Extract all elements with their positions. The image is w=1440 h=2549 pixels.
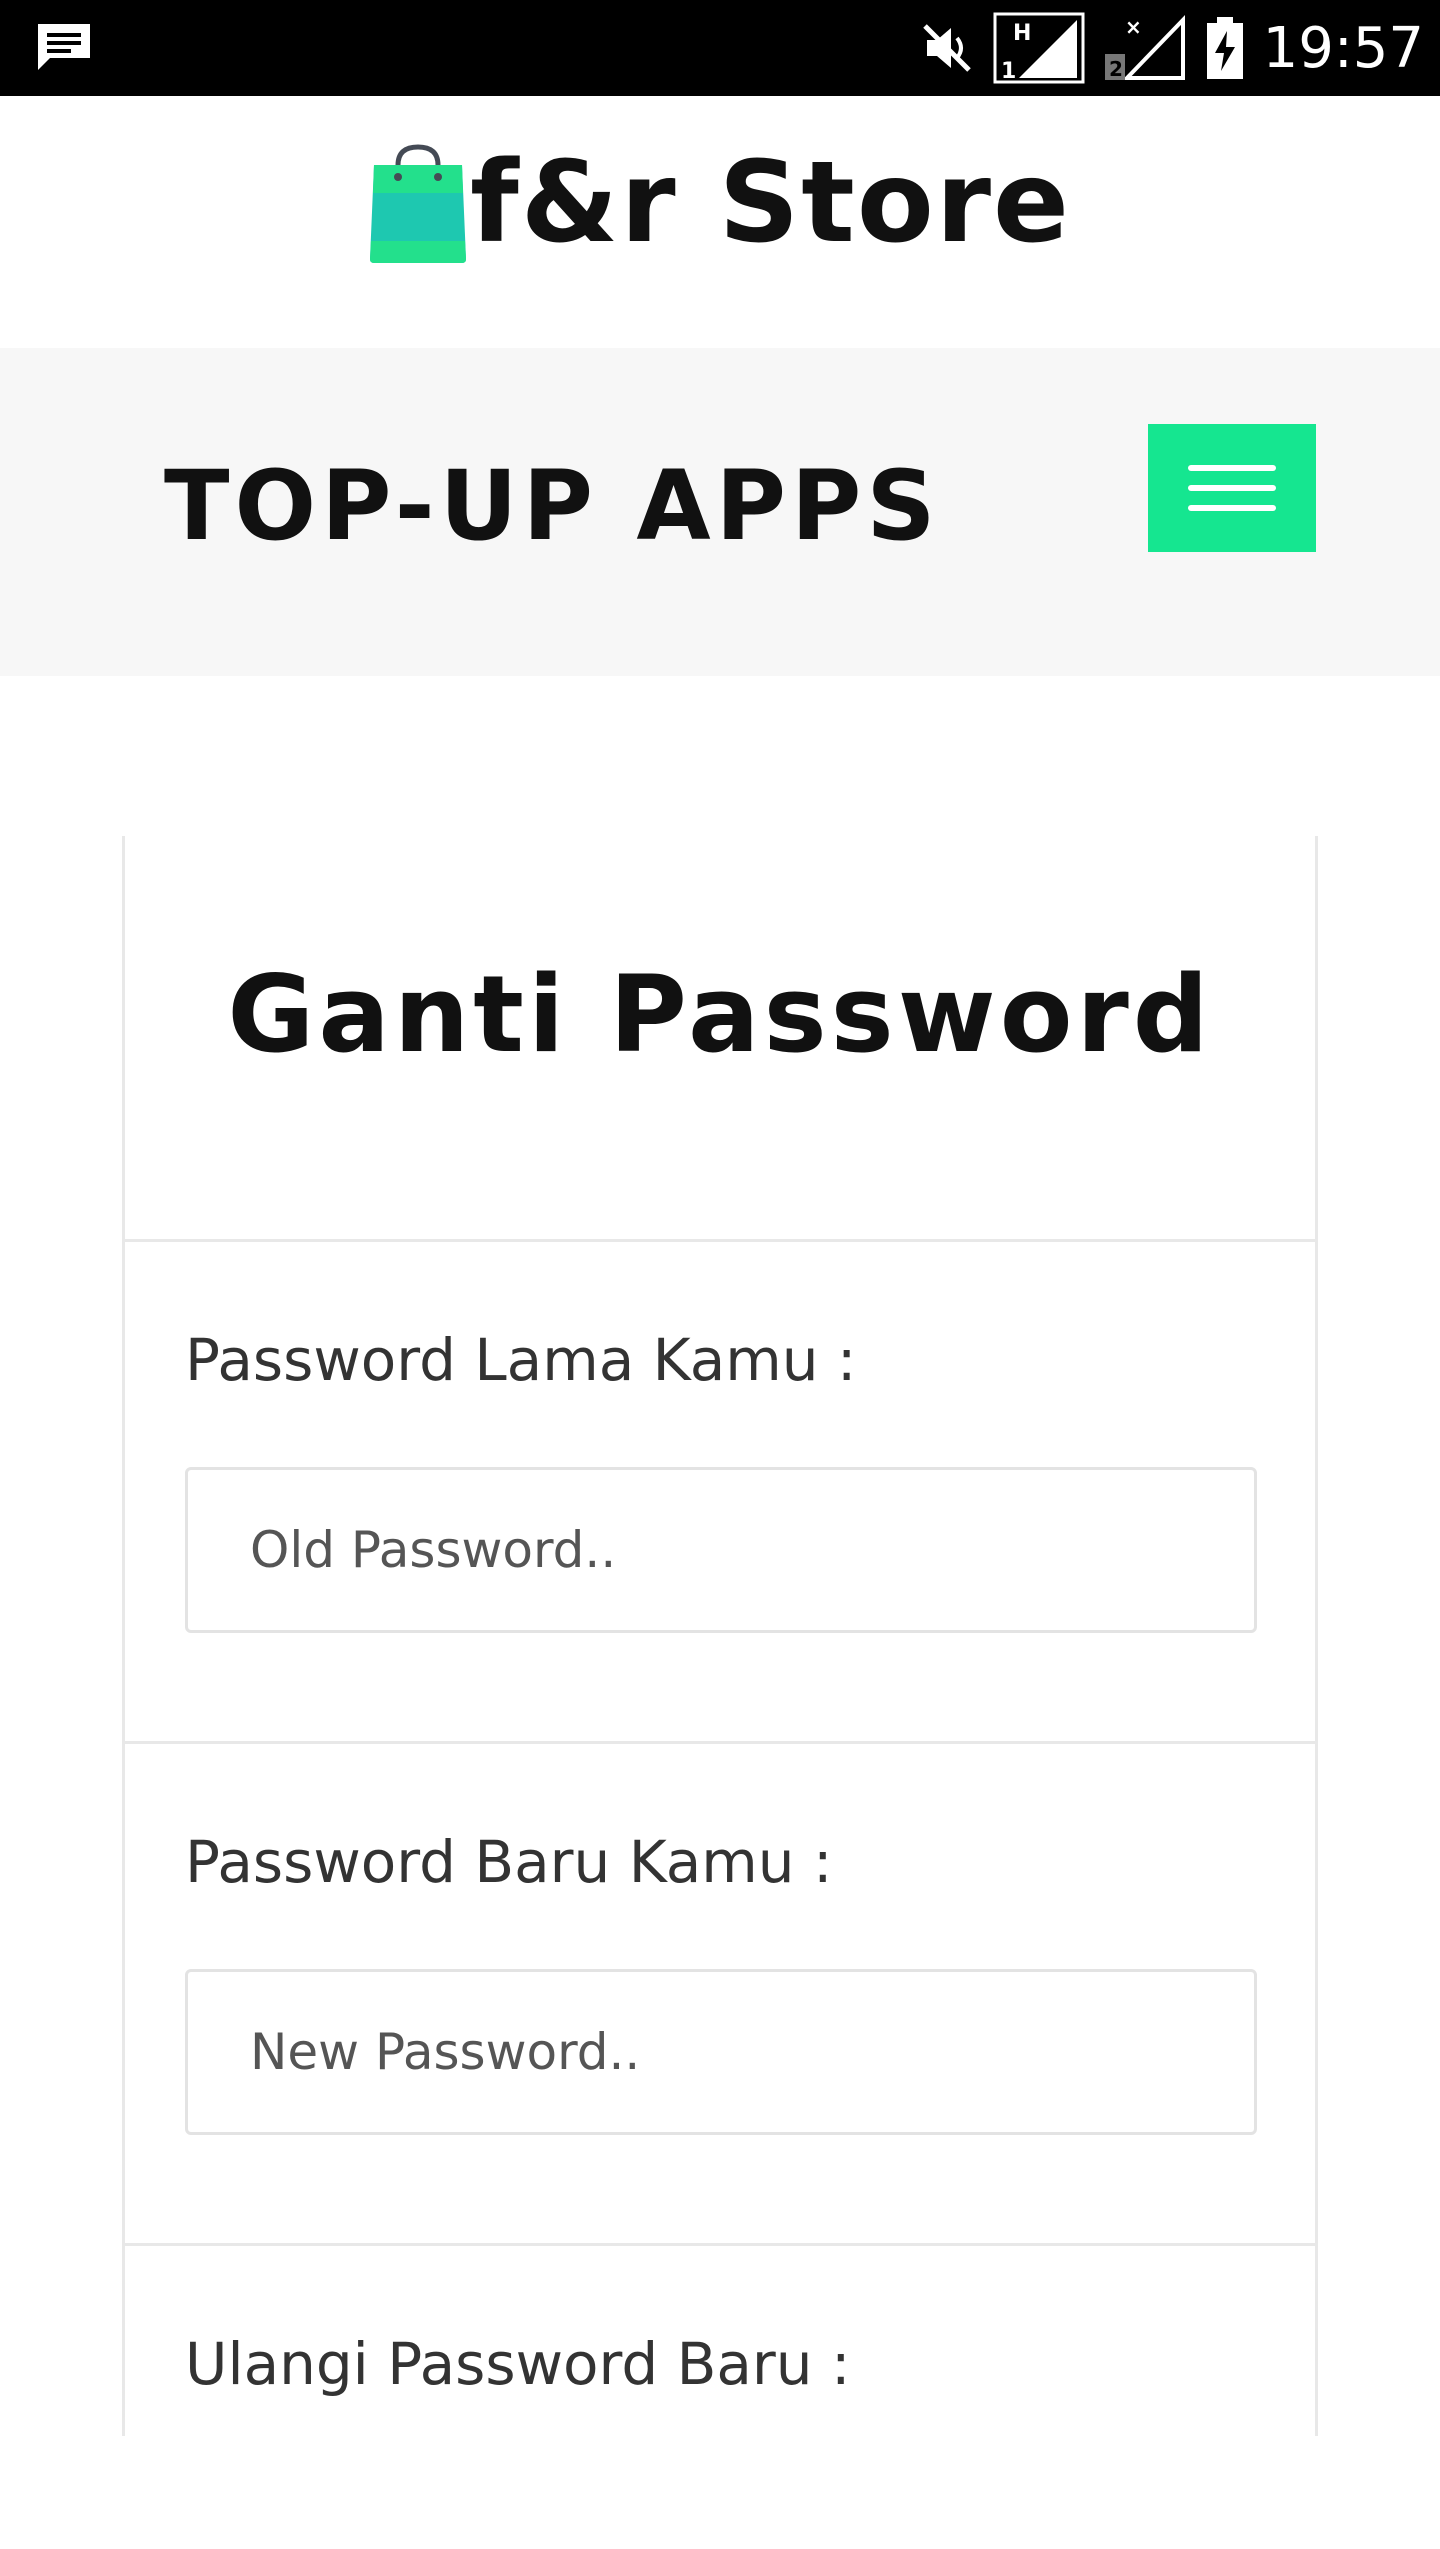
new-password-input[interactable] <box>185 1969 1257 2135</box>
nav-title[interactable]: TOP-UP APPS <box>164 458 941 554</box>
old-password-input[interactable] <box>185 1467 1257 1633</box>
new-password-group: Password Baru Kamu : <box>125 1747 1315 2246</box>
mute-icon <box>922 24 971 72</box>
message-icon <box>38 24 90 70</box>
sim1-label: 1 <box>1001 59 1016 84</box>
nav-bar: TOP-UP APPS <box>0 348 1440 676</box>
card-header: Ganti Password <box>125 836 1315 1242</box>
old-password-label: Password Lama Kamu : <box>185 1326 857 1394</box>
repeat-password-group: Ulangi Password Baru : <box>125 2249 1315 2549</box>
signal-sim2-no-data-icon: × 2 <box>1104 15 1185 81</box>
hamburger-menu-icon <box>1188 465 1276 471</box>
status-icons: H 1 × 2 19:57 <box>901 10 1424 86</box>
hamburger-menu-icon-bar <box>1188 485 1276 491</box>
status-time: 19:57 <box>1262 15 1424 81</box>
change-password-card: Ganti Password Password Lama Kamu : Pass… <box>122 836 1318 2436</box>
new-password-label: Password Baru Kamu : <box>185 1828 833 1896</box>
hamburger-menu-button[interactable] <box>1148 424 1316 552</box>
signal-h-sim1-icon: H 1 <box>993 12 1085 84</box>
sim1-network-text: H <box>1013 21 1031 46</box>
page-title: Ganti Password <box>227 953 1213 1076</box>
svg-text:×: × <box>1125 15 1142 39</box>
shopping-bag-icon <box>370 144 466 263</box>
store-name: f&r Store <box>470 138 1071 268</box>
status-bar: H 1 × 2 19:57 <box>0 0 1440 96</box>
repeat-password-label: Ulangi Password Baru : <box>185 2330 851 2398</box>
old-password-group: Password Lama Kamu : <box>125 1245 1315 1744</box>
logo-header: f&r Store <box>0 96 1440 348</box>
hamburger-menu-icon-bar <box>1188 505 1276 511</box>
sim2-label: 2 <box>1109 57 1123 81</box>
store-logo[interactable]: f&r Store <box>368 138 1071 268</box>
battery-charging-icon <box>1206 17 1243 79</box>
